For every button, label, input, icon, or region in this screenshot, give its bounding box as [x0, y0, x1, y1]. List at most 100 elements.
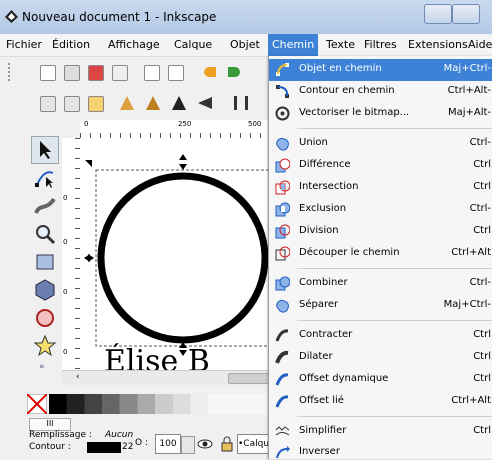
- save-icon[interactable]: [88, 65, 104, 81]
- exclusion-icon: [275, 202, 290, 217]
- menu-item-offset-lie[interactable]: Offset lié Ctrl+Alt: [269, 391, 492, 413]
- menu-item-difference[interactable]: Différence Ctrl: [269, 155, 492, 177]
- lock-icon[interactable]: [221, 436, 233, 452]
- difference-icon: [275, 158, 290, 173]
- node-tool[interactable]: [31, 164, 59, 192]
- open-icon[interactable]: [64, 65, 80, 81]
- menu-item-shortcut: Ctrl: [473, 351, 491, 362]
- drawing-canvas[interactable]: Élise B: [80, 138, 270, 370]
- menu-item-objet-en-chemin[interactable]: Objet en chemin Maj+Ctrl-: [269, 59, 492, 81]
- menu-item-division[interactable]: Division Ctrl: [269, 221, 492, 243]
- menu-item-shortcut: Maj+Ctrl-: [443, 299, 491, 310]
- swatch-strip[interactable]: [49, 394, 270, 414]
- undo-icon[interactable]: [204, 67, 216, 77]
- menu-item-separer[interactable]: Séparer Maj+Ctrl-: [269, 295, 492, 317]
- menu-item-inverser[interactable]: Inverser: [269, 442, 492, 459]
- toolbar-grip[interactable]: [8, 63, 14, 81]
- stroke-width[interactable]: 22: [122, 442, 133, 452]
- menu-item-shortcut: Ctrl+Alt: [451, 247, 491, 258]
- menu-item-label: Offset lié: [299, 395, 344, 406]
- menu-item-exclusion[interactable]: Exclusion Ctrl-: [269, 199, 492, 221]
- ungroup-icon[interactable]: [198, 97, 212, 109]
- color-palette: [27, 392, 270, 418]
- print-icon[interactable]: [112, 65, 128, 81]
- tweak-tool[interactable]: [31, 192, 59, 220]
- menu-fichier[interactable]: Fichier: [6, 38, 42, 51]
- zoom-page-icon[interactable]: [88, 96, 104, 112]
- menu-objet[interactable]: Objet: [230, 38, 260, 51]
- menu-item-combiner[interactable]: Combiner Ctrl-: [269, 273, 492, 295]
- chemin-menu: Objet en chemin Maj+Ctrl- Contour en che…: [268, 56, 492, 459]
- vertical-ruler: 0 0 0 0: [62, 138, 81, 370]
- menu-filtres[interactable]: Filtres: [364, 38, 397, 51]
- selected-circle: [97, 172, 269, 344]
- eye-icon[interactable]: [197, 436, 213, 452]
- import-icon[interactable]: [144, 65, 160, 81]
- menu-bar: Fichier Édition Affichage Calque Objet C…: [0, 34, 492, 57]
- unlink-clone-icon[interactable]: [146, 96, 160, 110]
- zoom-selection-icon[interactable]: [40, 96, 56, 112]
- fill-value[interactable]: Aucun: [105, 430, 133, 440]
- menu-item-shortcut: Ctrl+Alt: [451, 395, 491, 406]
- align-icon[interactable]: [234, 96, 248, 110]
- menu-item-label: Exclusion: [299, 203, 347, 214]
- zoom-tool[interactable]: [31, 220, 59, 248]
- menu-item-vectoriser[interactable]: Vectoriser le bitmap... Maj+Alt-: [269, 103, 492, 125]
- menu-item-shortcut: Maj+Alt-: [447, 107, 491, 118]
- menu-aide[interactable]: Aide: [468, 38, 492, 51]
- menu-item-simplifier[interactable]: Simplifier Ctrl: [269, 421, 492, 443]
- redo-icon[interactable]: [228, 67, 240, 77]
- menu-chemin[interactable]: Chemin: [268, 34, 319, 56]
- menu-item-shortcut: Ctrl+Alt-: [447, 85, 491, 96]
- menu-item-dilater[interactable]: Dilater Ctrl: [269, 347, 492, 369]
- menu-item-label: Différence: [299, 159, 351, 170]
- menu-item-contour-en-chemin[interactable]: Contour en chemin Ctrl+Alt-: [269, 81, 492, 103]
- opacity-stepper[interactable]: [181, 436, 195, 454]
- scale-handle: [85, 160, 92, 167]
- menu-item-offset-dynamique[interactable]: Offset dynamique Ctrl: [269, 369, 492, 391]
- menu-item-label: Objet en chemin: [299, 63, 382, 74]
- window-title: Nouveau document 1 - Inkscape: [22, 10, 217, 24]
- export-icon[interactable]: [168, 65, 184, 81]
- horizontal-ruler: 0 250 500: [80, 120, 270, 139]
- menu-separator: [297, 268, 492, 269]
- object-to-path-icon: [276, 63, 289, 76]
- rectangle-tool[interactable]: [31, 248, 59, 276]
- inset-icon: [275, 329, 289, 342]
- menu-item-decouper[interactable]: Découper le chemin Ctrl+Alt: [269, 243, 492, 265]
- minimize-button[interactable]: [424, 4, 452, 24]
- more-tools-button[interactable]: »: [39, 362, 45, 372]
- clone-icon[interactable]: [120, 96, 134, 110]
- scale-handle: [179, 154, 187, 160]
- opacity-field[interactable]: 100: [155, 434, 181, 454]
- new-document-icon[interactable]: [40, 65, 56, 81]
- menu-extensions[interactable]: Extensions: [408, 38, 468, 51]
- fill-label: Remplissage :: [29, 430, 92, 440]
- menu-item-contracter[interactable]: Contracter Ctrl: [269, 325, 492, 347]
- dynamic-offset-icon: [275, 373, 289, 386]
- layer-dropdown[interactable]: •Calqu: [237, 434, 272, 454]
- menu-edition[interactable]: Édition: [52, 38, 90, 51]
- maximize-button[interactable]: [452, 4, 480, 24]
- menu-item-label: Contour en chemin: [299, 85, 395, 96]
- ellipse-tool[interactable]: [31, 304, 59, 332]
- stroke-swatch[interactable]: [87, 442, 121, 453]
- star-tool[interactable]: [31, 332, 59, 360]
- menu-calque[interactable]: Calque: [174, 38, 212, 51]
- scroll-left-icon[interactable]: ‹: [76, 372, 80, 382]
- toolbox: »: [27, 120, 62, 375]
- menu-affichage[interactable]: Affichage: [108, 38, 160, 51]
- scroll-thumb[interactable]: [228, 373, 270, 384]
- menu-item-shortcut: Ctrl: [473, 373, 491, 384]
- menu-item-union[interactable]: Union Ctrl-: [269, 133, 492, 155]
- no-paint-swatch[interactable]: [27, 394, 47, 414]
- menu-item-intersection[interactable]: Intersection Ctrl: [269, 177, 492, 199]
- menu-item-label: Combiner: [299, 277, 348, 288]
- 3d-box-tool[interactable]: [31, 276, 59, 304]
- canvas-text[interactable]: Élise B: [104, 344, 210, 370]
- horizontal-scrollbar[interactable]: ‹: [62, 370, 270, 385]
- zoom-drawing-icon[interactable]: [64, 96, 80, 112]
- selector-tool[interactable]: [31, 136, 59, 164]
- group-icon[interactable]: [172, 96, 186, 110]
- menu-texte[interactable]: Texte: [326, 38, 355, 51]
